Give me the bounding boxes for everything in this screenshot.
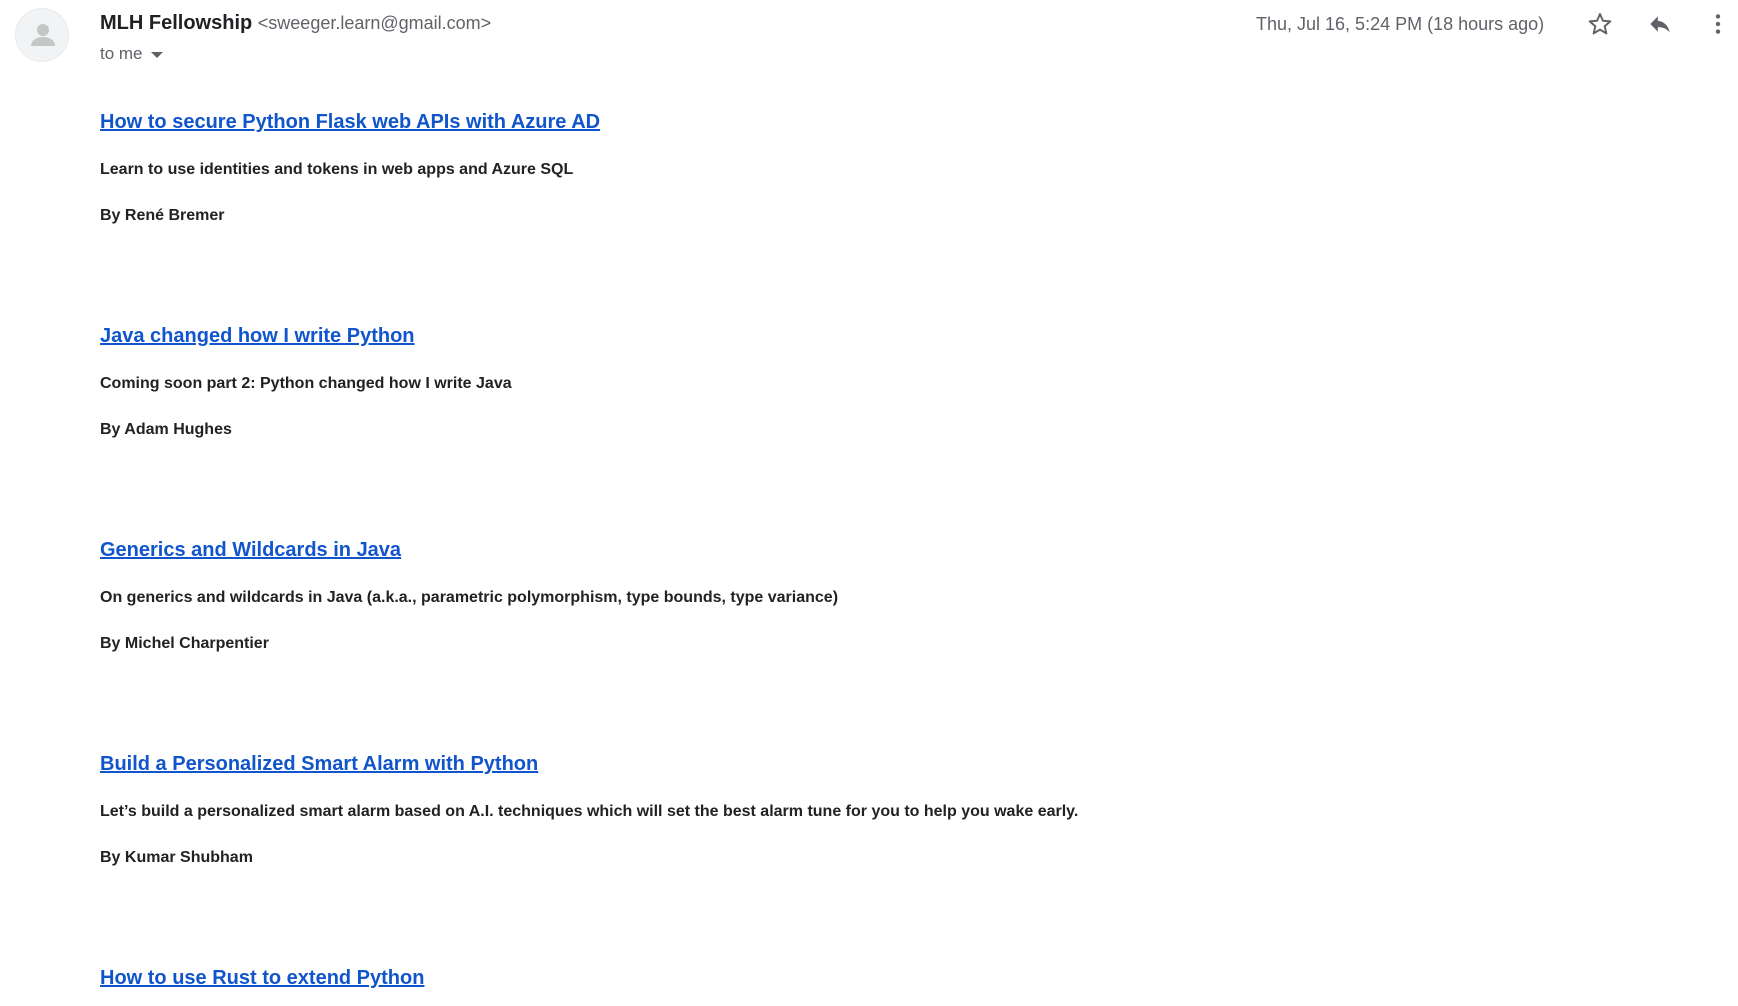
- article-item: Java changed how I write Python Coming s…: [100, 325, 512, 438]
- recipient-details-toggle[interactable]: to me: [100, 44, 163, 64]
- article-description: Coming soon part 2: Python changed how I…: [100, 375, 512, 392]
- reply-button[interactable]: [1642, 6, 1678, 42]
- sender-email: <sweeger.learn@gmail.com>: [257, 13, 492, 33]
- star-outline-icon: [1588, 13, 1612, 35]
- article-item: Generics and Wildcards in Java On generi…: [100, 539, 838, 652]
- article-item: Build a Personalized Smart Alarm with Py…: [100, 753, 1078, 866]
- article-author: By Michel Charpentier: [100, 635, 269, 652]
- more-options-button[interactable]: [1700, 6, 1736, 42]
- caret-down-icon: [150, 52, 163, 58]
- article-author: By Adam Hughes: [100, 421, 232, 438]
- more-vert-icon: [1715, 14, 1721, 34]
- article-title-link[interactable]: How to use Rust to extend Python: [100, 967, 424, 990]
- sender-name[interactable]: MLH Fellowship: [100, 12, 252, 34]
- article-title-link[interactable]: Generics and Wildcards in Java: [100, 539, 401, 562]
- sender-avatar[interactable]: [15, 8, 69, 62]
- recipient-label: to me: [100, 44, 143, 63]
- article-title-link[interactable]: Build a Personalized Smart Alarm with Py…: [100, 753, 538, 776]
- article-author: By René Bremer: [100, 207, 225, 224]
- article-description: Let’s build a personalized smart alarm b…: [100, 803, 1079, 820]
- star-button[interactable]: [1582, 6, 1618, 42]
- article-title-link[interactable]: Java changed how I write Python: [100, 325, 415, 348]
- article-description: On generics and wildcards in Java (a.k.a…: [100, 589, 839, 606]
- article-item: How to secure Python Flask web APIs with…: [100, 111, 600, 224]
- article-author: By Kumar Shubham: [100, 849, 253, 866]
- default-avatar-icon: [31, 24, 55, 46]
- article-title-link[interactable]: How to secure Python Flask web APIs with…: [100, 111, 600, 134]
- reply-icon: [1650, 16, 1670, 33]
- article-description: Learn to use identities and tokens in we…: [100, 161, 574, 178]
- message-timestamp: Thu, Jul 16, 5:24 PM (18 hours ago): [1256, 14, 1545, 34]
- sender-line: MLH Fellowship <sweeger.learn@gmail.com>: [100, 12, 491, 35]
- article-item: How to use Rust to extend Python: [100, 967, 424, 990]
